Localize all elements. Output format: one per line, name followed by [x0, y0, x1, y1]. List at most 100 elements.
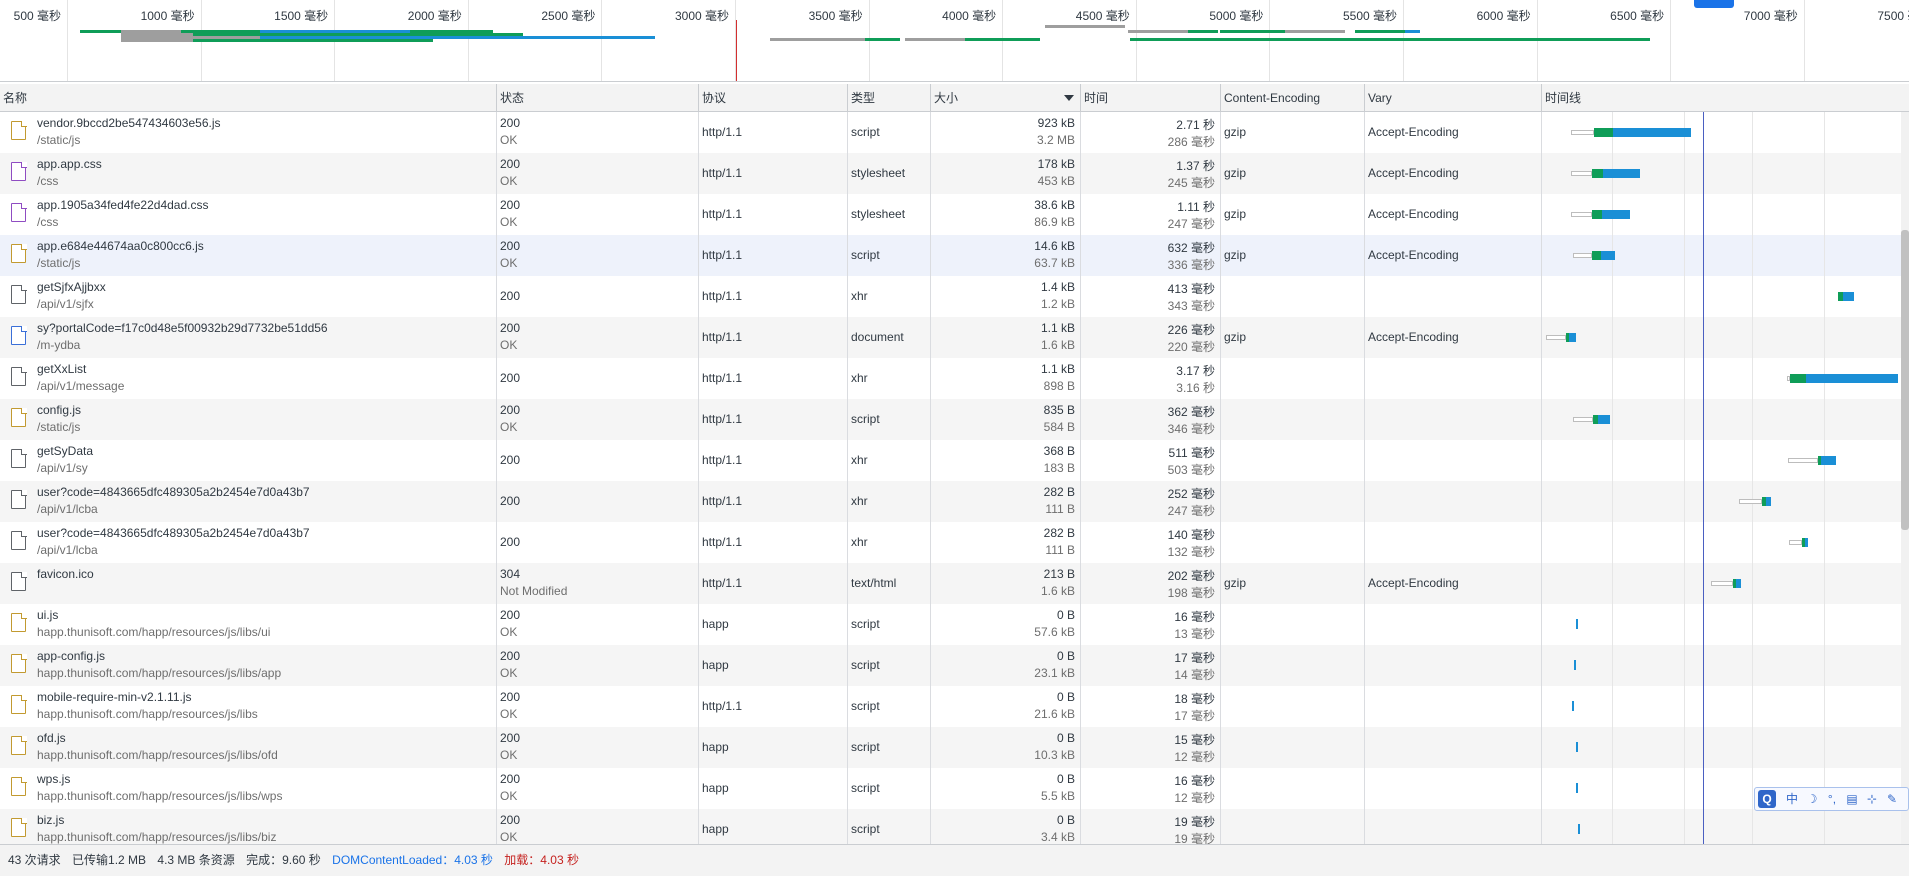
table-row[interactable]: mobile-require-min-v2.1.11.js happ.thunis… [0, 686, 1909, 727]
table-row[interactable]: app.app.css/css 200 OK http/1.1 stylesheet 17… [0, 153, 1909, 194]
protocol-value: happ [702, 781, 729, 795]
file-stylesheet-icon [11, 161, 27, 181]
cell-vary [1365, 440, 1542, 481]
cell-status: 200 OK [497, 317, 699, 358]
column-header-size[interactable]: 大小 [931, 84, 1081, 112]
request-path: /api/v1/sjfx [37, 297, 94, 311]
transfer-size: 0 B [1056, 690, 1075, 704]
transfer-size: 0 B [1056, 731, 1075, 745]
transfer-size: 178 kB [1037, 157, 1075, 171]
content-encoding-value: gzip [1224, 166, 1247, 180]
overview-handle[interactable] [1694, 0, 1734, 8]
total-time: 252 毫秒 [1167, 487, 1215, 501]
waterfall-gridline [1612, 686, 1613, 727]
total-time: 140 毫秒 [1167, 528, 1215, 542]
cell-type: xhr [848, 522, 931, 563]
table-row[interactable]: config.js/static/js 200 OK http/1.1 script 83… [0, 399, 1909, 440]
table-row[interactable]: user?code=4843665dfc489305a2b2454e7d0a43… [0, 481, 1909, 522]
table-row[interactable]: getXxList/api/v1/message 200 http/1.1 xhr 1.… [0, 358, 1909, 399]
table-row[interactable]: getSjfxAjjbxx/api/v1/sjfx 200 http/1.1 xhr 1… [0, 276, 1909, 317]
request-path: happ.thunisoft.com/happ/resources/js/lib… [37, 625, 271, 639]
cell-vary: Accept-Encoding [1365, 563, 1542, 604]
ime-tools-icon[interactable]: ⊹ [1864, 790, 1880, 808]
request-name: app-config.js [37, 649, 106, 663]
waterfall-gridline [1752, 604, 1753, 645]
request-table[interactable]: vendor.9bccd2be547434603e56.js/static/js… [0, 112, 1909, 844]
transfer-size: 0 B [1056, 608, 1075, 622]
column-header-label: 大小 [934, 91, 959, 105]
waterfall-gridline [1824, 604, 1825, 645]
status-text: OK [500, 215, 518, 229]
table-row[interactable]: sy?portalCode=f17c0d48e5f00932b29d7732be… [0, 317, 1909, 358]
cell-name: ofd.js happ.thunisoft.com/happ/resources/… [0, 727, 497, 768]
table-row[interactable]: ui.js happ.thunisoft.com/happ/resources/j… [0, 604, 1909, 645]
waterfall-gridline [1824, 235, 1825, 276]
table-row[interactable]: app.e684e44674aa0c800cc6.js/static/js 200… [0, 235, 1909, 276]
network-overview[interactable]: 500 毫秒 1000 毫秒 1500 毫秒 2000 毫秒 2500 毫秒 3000 毫… [0, 0, 1909, 82]
waterfall-gridline [1752, 686, 1753, 727]
table-row[interactable]: app-config.js happ.thunisoft.com/happ/res… [0, 645, 1909, 686]
column-header-time[interactable]: 时间 [1081, 84, 1221, 112]
ime-toolbar[interactable]: Q 中 ☽ °, ▤ ⊹ ✎ [1754, 787, 1909, 811]
cell-status: 200 OK [497, 645, 699, 686]
waterfall-download-bar [1821, 456, 1836, 465]
cell-size: 14.6 kB 63.7 kB [931, 235, 1081, 276]
cell-type: script [848, 645, 931, 686]
column-header-vary[interactable]: Vary [1365, 84, 1542, 112]
waterfall-gridline [1612, 522, 1613, 563]
cell-enc [1221, 645, 1365, 686]
ruler-tick [1269, 0, 1271, 81]
file-script-icon [11, 612, 27, 632]
content-encoding-value: gzip [1224, 248, 1247, 262]
column-header-name[interactable]: 名称 [0, 84, 497, 112]
ime-punctuation-icon[interactable]: °, [1824, 790, 1840, 808]
table-row[interactable]: getSyData/api/v1/sy 200 http/1.1 xhr 368 B 18… [0, 440, 1909, 481]
waterfall-gridline [1684, 563, 1685, 604]
cell-status: 200 [497, 522, 699, 563]
cell-enc [1221, 768, 1365, 809]
type-value: document [851, 330, 904, 344]
waterfall-gridline [1752, 727, 1753, 768]
waterfall-tick [1574, 660, 1576, 670]
protocol-value: http/1.1 [702, 125, 743, 139]
cell-enc [1221, 686, 1365, 727]
ime-moon-icon[interactable]: ☽ [1804, 790, 1820, 808]
table-row[interactable]: vendor.9bccd2be547434603e56.js/static/js… [0, 112, 1909, 153]
column-header-content-encoding[interactable]: Content-Encoding [1221, 84, 1365, 112]
table-row[interactable]: wps.js happ.thunisoft.com/happ/resources/… [0, 768, 1909, 809]
cell-status: 200 OK [497, 604, 699, 645]
total-time: 1.11 秒 [1177, 200, 1215, 214]
waterfall-queueing-bar [1571, 171, 1592, 176]
vertical-scrollbar[interactable] [1901, 112, 1909, 844]
file-stylesheet-icon [11, 202, 27, 222]
cell-status: 200 [497, 358, 699, 399]
waterfall-gridline [1752, 440, 1753, 481]
cell-name: biz.js happ.thunisoft.com/happ/resources/… [0, 809, 497, 844]
waterfall-waiting-bar [1790, 374, 1807, 383]
table-row[interactable]: favicon.ico 304 Not Modified http/1.1 text/h… [0, 563, 1909, 604]
request-path: happ.thunisoft.com/happ/resources/js/lib… [37, 666, 282, 680]
cell-wf [1542, 686, 1909, 727]
ime-settings-icon[interactable]: ✎ [1884, 790, 1900, 808]
column-header-protocol[interactable]: 协议 [699, 84, 848, 112]
column-header-waterfall[interactable]: 时间线 [1542, 84, 1909, 112]
cell-vary: Accept-Encoding [1365, 194, 1542, 235]
scrollbar-thumb[interactable] [1901, 230, 1909, 530]
column-header-status[interactable]: 状态 [497, 84, 699, 112]
table-row[interactable]: app.1905a34fed4fe22d4dad.css/css 200 OK htt… [0, 194, 1909, 235]
ime-logo-icon[interactable]: Q [1758, 790, 1776, 808]
column-header-type[interactable]: 类型 [848, 84, 931, 112]
table-row[interactable]: biz.js happ.thunisoft.com/happ/resources/… [0, 809, 1909, 844]
cell-time: 18 毫秒 17 毫秒 [1081, 686, 1221, 727]
table-row[interactable]: ofd.js happ.thunisoft.com/happ/resources/… [0, 727, 1909, 768]
cell-vary [1365, 768, 1542, 809]
total-time: 226 毫秒 [1167, 323, 1215, 337]
ime-keyboard-icon[interactable]: ▤ [1844, 790, 1860, 808]
table-row[interactable]: user?code=4843665dfc489305a2b2454e7d0a43… [0, 522, 1909, 563]
waterfall-download-bar [1736, 579, 1741, 588]
cell-wf [1542, 358, 1909, 399]
ime-chinese-mode-icon[interactable]: 中 [1784, 790, 1800, 808]
request-path: /static/js [37, 133, 81, 147]
waterfall-waiting-bar [1592, 210, 1602, 219]
cell-name: app.e684e44674aa0c800cc6.js/static/js [0, 235, 497, 276]
